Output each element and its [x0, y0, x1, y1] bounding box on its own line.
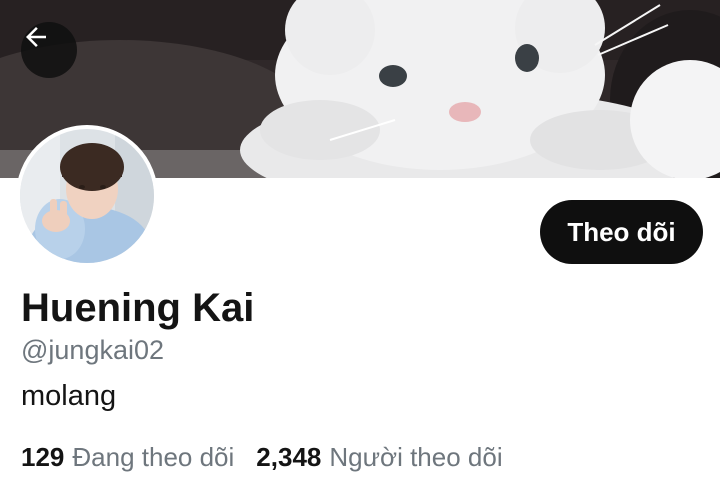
followers-stat[interactable]: 2,348 Người theo dõi — [256, 441, 502, 473]
following-stat[interactable]: 129 Đang theo dõi — [21, 441, 234, 473]
following-label: Đang theo dõi — [72, 442, 235, 472]
follow-stats: 129 Đang theo dõi 2,348 Người theo dõi — [21, 441, 503, 473]
back-button[interactable] — [21, 22, 77, 78]
followers-count: 2,348 — [256, 442, 322, 472]
arrow-left-icon — [26, 27, 46, 47]
followers-label: Người theo dõi — [329, 442, 503, 472]
following-count: 129 — [21, 442, 65, 472]
profile-page: Theo dõi Huening Kai @jungkai02 molang 1… — [0, 0, 720, 504]
username: @jungkai02 — [21, 335, 165, 365]
profile-avatar[interactable] — [16, 125, 158, 267]
follow-button[interactable]: Theo dõi — [540, 200, 703, 264]
display-name: Huening Kai — [21, 286, 255, 330]
bio: molang — [21, 380, 117, 412]
avatar-image — [20, 129, 154, 263]
